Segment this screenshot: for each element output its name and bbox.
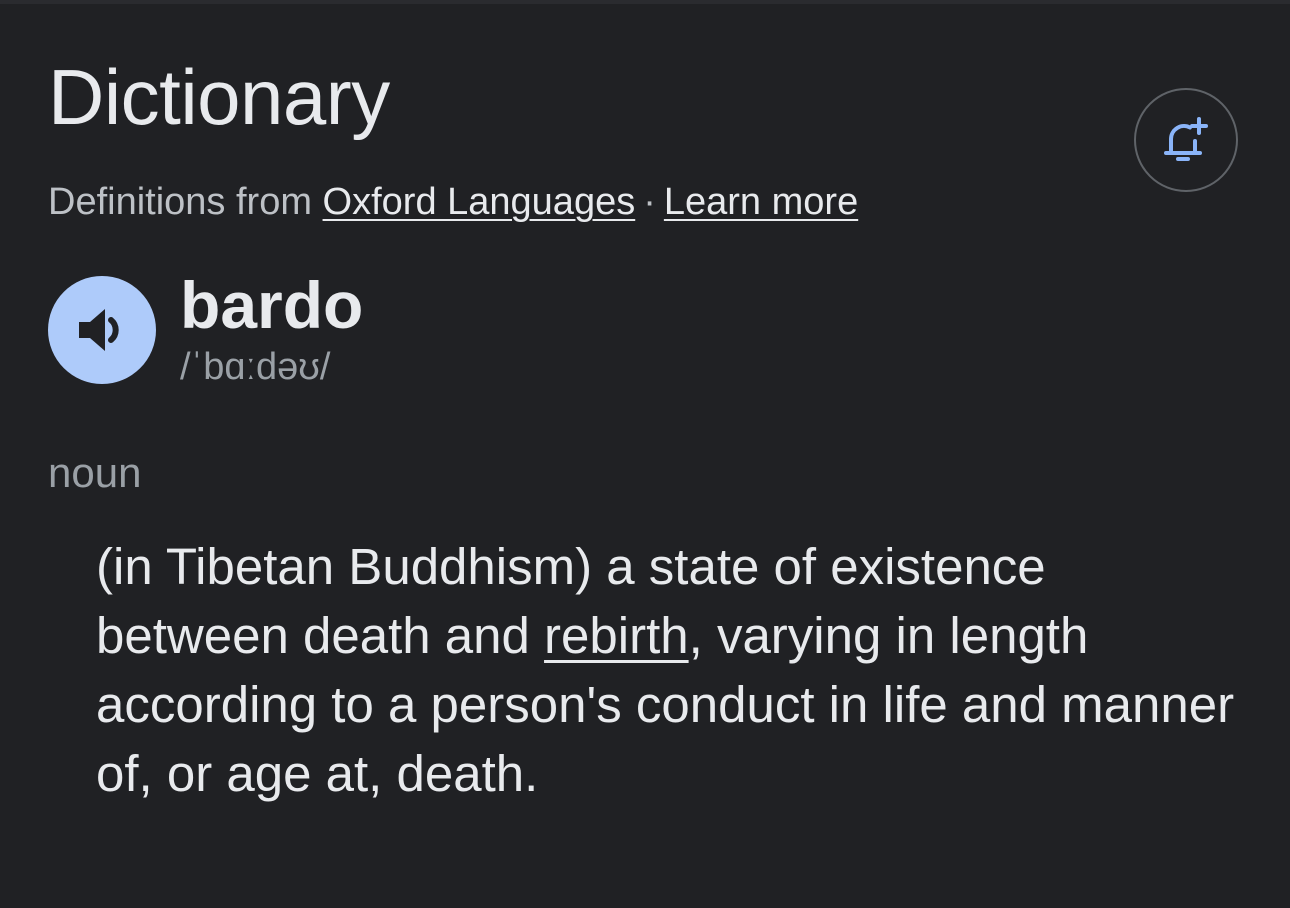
part-of-speech: noun [48, 449, 142, 496]
top-divider [0, 0, 1290, 4]
card-title: Dictionary [48, 53, 390, 141]
phonetic-spelling: /ˈbɑːdəʊ/ [180, 346, 331, 388]
pronunciation-button[interactable] [48, 276, 156, 384]
headword: bardo [180, 268, 364, 342]
separator-dot: · [643, 181, 656, 223]
definition-source: Definitions from Oxford Languages · Learn … [48, 180, 858, 226]
learn-more-link[interactable]: Learn more [664, 181, 858, 223]
definition-text: (in Tibetan Buddhism) a state of existen… [96, 532, 1236, 808]
dictionary-card: Dictionary Definitions from Oxford Langu… [0, 0, 1290, 908]
speaker-icon [79, 309, 119, 351]
bell-plus-icon [1164, 117, 1208, 161]
rebirth-link[interactable]: rebirth [544, 607, 689, 664]
notify-button[interactable] [1134, 88, 1238, 192]
source-prefix: Definitions from [48, 181, 312, 223]
oxford-languages-link[interactable]: Oxford Languages [323, 181, 636, 223]
